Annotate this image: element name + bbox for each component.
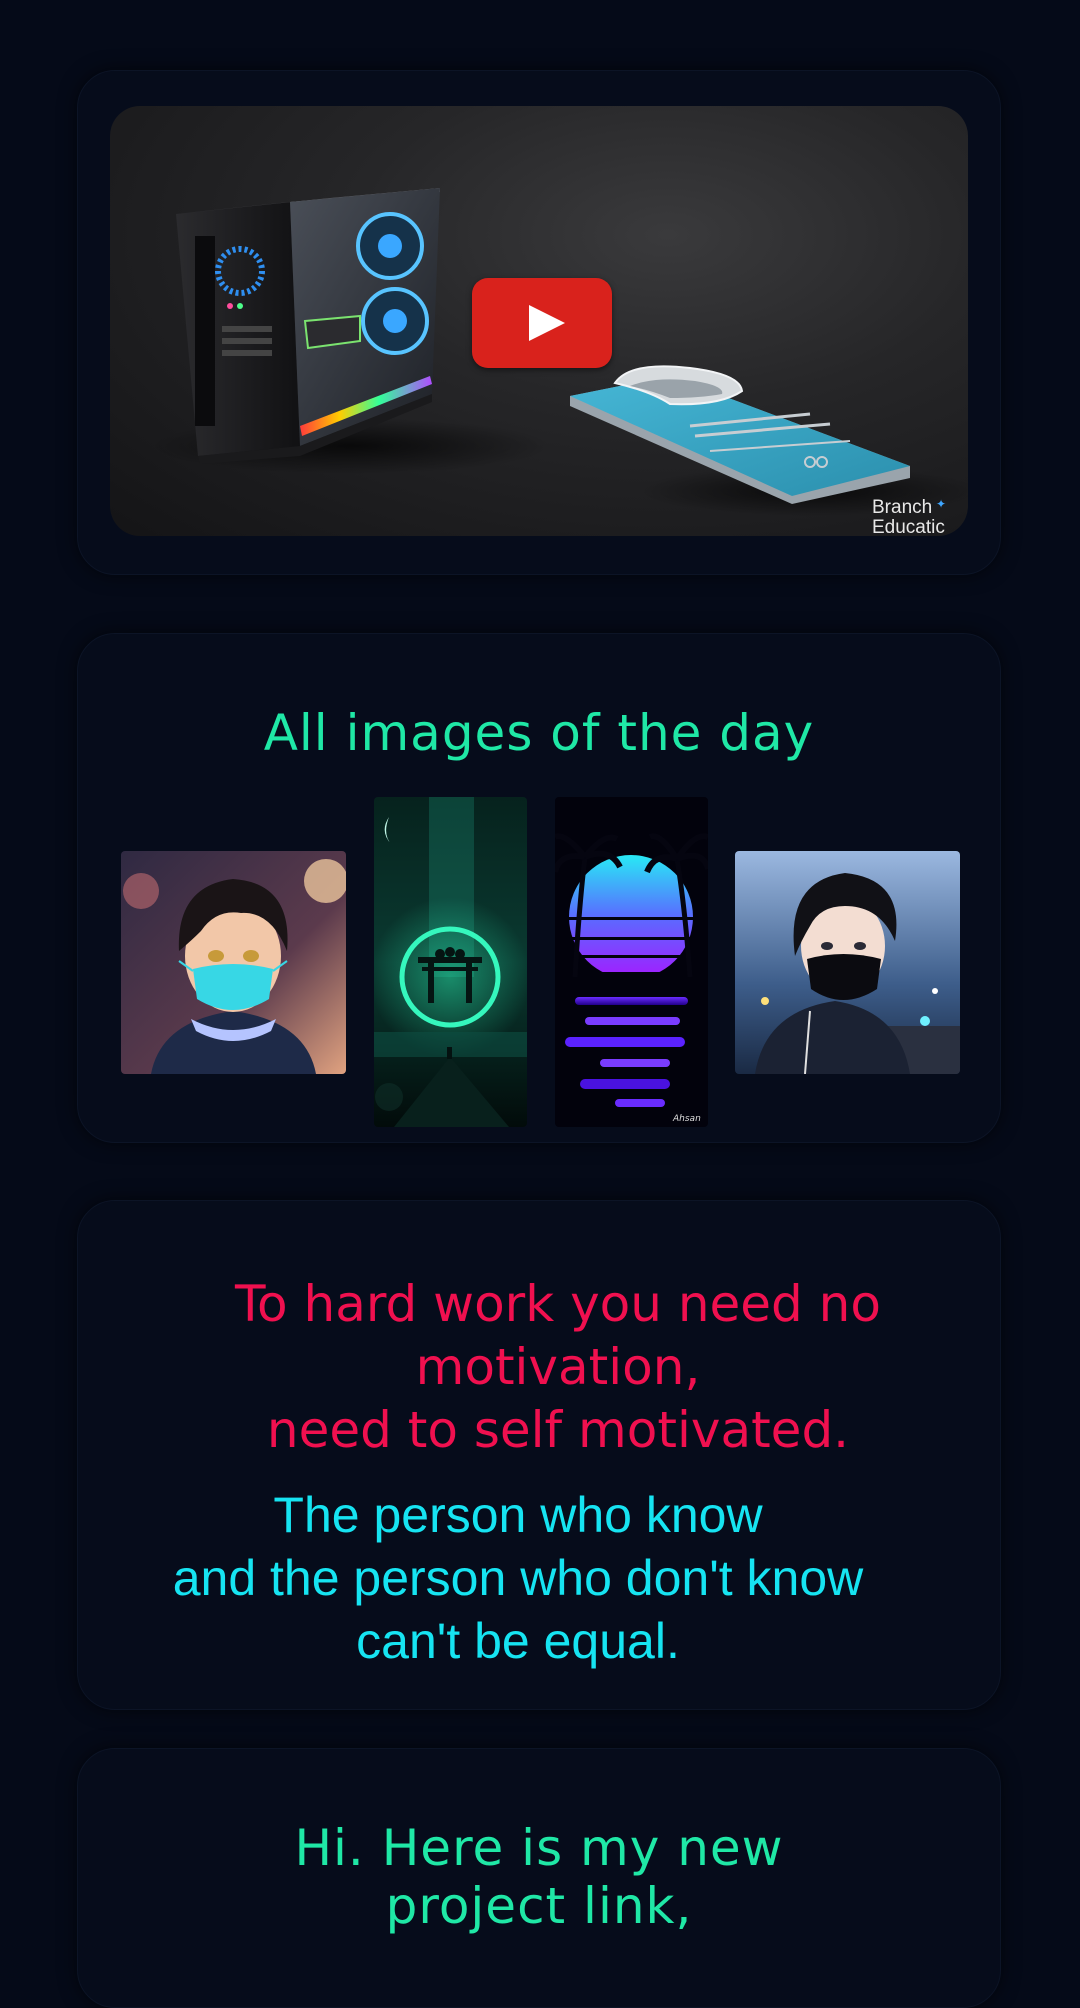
- anime-boy-mask-image: [121, 851, 346, 1074]
- motivation-quote: To hard work you need no motivation, nee…: [235, 1275, 881, 1459]
- gallery-image-2[interactable]: [374, 797, 527, 1127]
- gallery-image-3[interactable]: Ahsan: [555, 797, 708, 1127]
- video-card: Branch ✦ Educatic: [77, 70, 1001, 575]
- video-thumbnail[interactable]: Branch ✦ Educatic: [110, 106, 968, 536]
- quote-card: To hard work you need no motivation, nee…: [77, 1200, 1001, 1710]
- images-title: All images of the day: [263, 704, 815, 762]
- watermark-line2: Educatic: [872, 517, 945, 537]
- project-card: Hi. Here is my new project link,: [77, 1748, 1001, 2008]
- play-icon: [529, 305, 565, 341]
- images-card: All images of the day Ahsan: [77, 633, 1001, 1143]
- play-button[interactable]: [472, 278, 612, 368]
- neon-torii-image: [374, 797, 527, 1127]
- artist-signature: Ahsan: [672, 1114, 701, 1124]
- anime-boy-black-mask-image: [735, 851, 960, 1074]
- project-intro-text: Hi. Here is my new project link,: [294, 1819, 784, 1935]
- gallery-image-1[interactable]: [121, 851, 346, 1074]
- gallery-image-4[interactable]: [735, 851, 960, 1074]
- knowledge-quote: The person who know and the person who d…: [172, 1487, 864, 1669]
- watermark-line1: Branch: [872, 497, 933, 518]
- watermark-dot-icon: ✦: [936, 497, 947, 511]
- channel-watermark: Branch ✦ Educatic: [872, 497, 946, 537]
- synthwave-sunset-image: Ahsan: [555, 797, 708, 1127]
